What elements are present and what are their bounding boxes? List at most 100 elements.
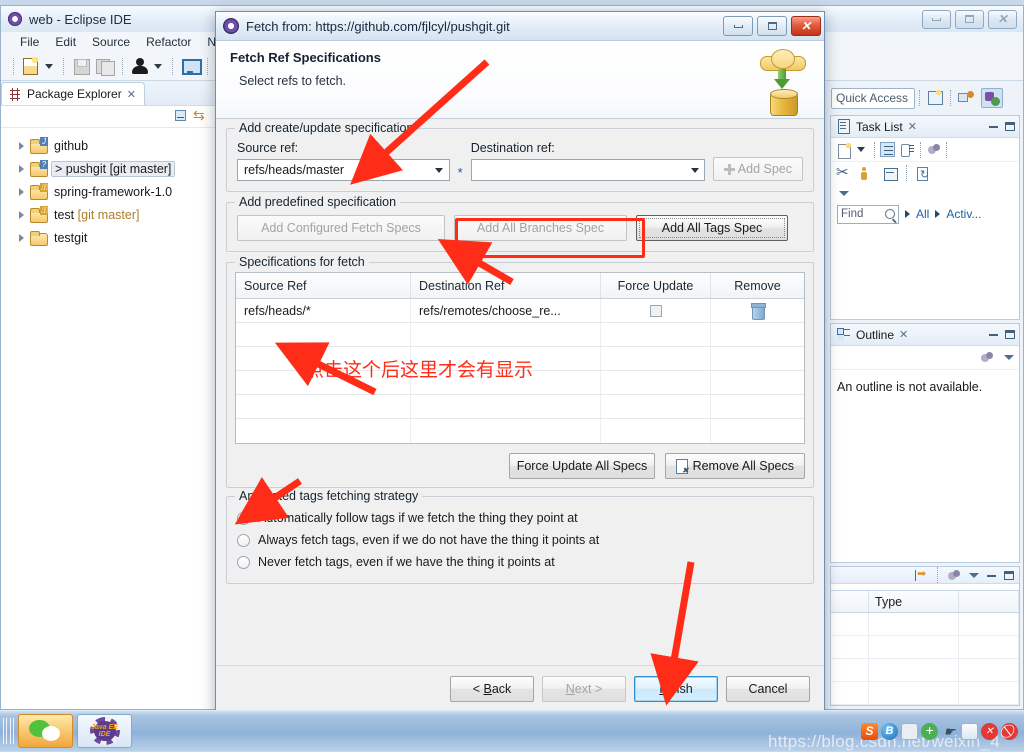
- menu-file[interactable]: File: [13, 34, 46, 50]
- javaee-perspective-icon[interactable]: [981, 88, 1003, 108]
- open-perspective-icon[interactable]: [924, 88, 946, 108]
- add-all-branches-spec-button[interactable]: Add All Branches Spec: [454, 215, 627, 241]
- force-update-checkbox[interactable]: [649, 304, 662, 317]
- table-row[interactable]: refs/heads/* refs/remotes/choose_re...: [236, 299, 804, 323]
- tree-item-github[interactable]: J github: [1, 134, 216, 157]
- scissors-icon[interactable]: [836, 163, 852, 181]
- eclipse-close-button[interactable]: ✕: [988, 9, 1017, 29]
- dialog-minimize-button[interactable]: [723, 16, 753, 36]
- flag-icon[interactable]: [961, 722, 978, 740]
- minimize-view-icon[interactable]: [987, 574, 996, 577]
- specs-table[interactable]: Source Ref Destination Ref Force Update …: [235, 272, 805, 444]
- menu-refactor[interactable]: Refactor: [139, 34, 198, 50]
- people-icon[interactable]: [860, 166, 875, 181]
- tab-package-explorer[interactable]: Package Explorer ✕: [1, 82, 145, 105]
- save-icon[interactable]: [70, 55, 92, 77]
- radio-icon[interactable]: [237, 555, 250, 569]
- mute-icon[interactable]: [1001, 722, 1018, 740]
- tree-item-test[interactable]: ⚿ test [git master]: [1, 203, 216, 226]
- view-menu-icon[interactable]: [1004, 355, 1014, 360]
- filter-expand-icon[interactable]: [935, 210, 941, 218]
- table-row[interactable]: [236, 347, 804, 371]
- scheduled-view-icon[interactable]: [900, 142, 915, 157]
- person-dropdown-icon[interactable]: [154, 63, 162, 69]
- focus-icon[interactable]: [979, 350, 994, 365]
- chevron-down-icon[interactable]: [687, 160, 702, 180]
- categorized-view-icon[interactable]: [880, 142, 895, 157]
- cancel-button[interactable]: Cancel: [726, 675, 810, 702]
- table-row[interactable]: [236, 419, 804, 443]
- radio-icon[interactable]: [237, 533, 250, 547]
- new-task-icon[interactable]: [836, 142, 852, 159]
- filter-all-link[interactable]: All: [916, 207, 929, 221]
- dropdown-caret-icon[interactable]: [857, 147, 865, 152]
- eclipse-minimize-button[interactable]: [922, 9, 951, 29]
- expand-arrow-icon[interactable]: [19, 141, 24, 150]
- close-icon[interactable]: ✕: [908, 120, 917, 133]
- source-ref-combo[interactable]: refs/heads/master: [237, 159, 450, 181]
- find-input[interactable]: Find: [837, 204, 899, 224]
- table-row[interactable]: [831, 682, 1019, 705]
- new-file-icon[interactable]: [20, 55, 42, 77]
- expand-arrow-icon[interactable]: [19, 187, 24, 196]
- table-row[interactable]: [236, 395, 804, 419]
- expand-arrow-icon[interactable]: [19, 210, 24, 219]
- person-icon[interactable]: [129, 55, 151, 77]
- java-perspective-icon[interactable]: [955, 88, 977, 108]
- menu-source[interactable]: Source: [85, 34, 137, 50]
- monitor-icon[interactable]: [179, 55, 202, 77]
- filter-activate-link[interactable]: Activ...: [946, 207, 981, 221]
- taskbar-button-wechat[interactable]: [18, 714, 73, 748]
- dialog-close-button[interactable]: ✕: [791, 16, 821, 36]
- focus-icon[interactable]: [946, 568, 961, 583]
- tree-item-spring-framework[interactable]: ⚿ spring-framework-1.0: [1, 180, 216, 203]
- view-menu-icon[interactable]: [969, 572, 979, 578]
- error-icon[interactable]: [981, 722, 998, 740]
- baidu-icon[interactable]: [881, 722, 898, 740]
- add-configured-fetch-specs-button[interactable]: Add Configured Fetch Specs: [237, 215, 445, 241]
- finish-button[interactable]: Finish: [634, 675, 718, 702]
- eclipse-maximize-button[interactable]: [955, 9, 984, 29]
- trash-icon[interactable]: [751, 303, 766, 320]
- tree-item-pushgit[interactable]: ? > pushgit [git master]: [1, 157, 216, 180]
- radio-icon[interactable]: [237, 511, 250, 525]
- dialog-restore-button[interactable]: [757, 16, 787, 36]
- synchronize-icon[interactable]: [915, 166, 930, 181]
- minimize-view-icon[interactable]: [989, 333, 998, 336]
- force-update-all-specs-button[interactable]: Force Update All Specs: [509, 453, 655, 479]
- quick-access-input[interactable]: Quick Access: [831, 87, 915, 109]
- save-all-icon[interactable]: [94, 55, 116, 77]
- add-all-tags-spec-button[interactable]: Add All Tags Spec: [636, 215, 788, 241]
- hand-icon[interactable]: [941, 723, 958, 740]
- chevron-down-icon[interactable]: [432, 160, 447, 180]
- collapse-all-icon[interactable]: [172, 109, 187, 124]
- minimize-view-icon[interactable]: [989, 125, 998, 128]
- expand-arrow-icon[interactable]: [19, 164, 24, 173]
- expand-arrow-icon[interactable]: [19, 233, 24, 242]
- table-row[interactable]: [831, 659, 1019, 682]
- view-menu-icon[interactable]: [839, 190, 849, 196]
- window-icon[interactable]: [901, 722, 918, 740]
- collapse-icon[interactable]: [883, 166, 898, 181]
- link-with-editor-icon[interactable]: [193, 107, 208, 124]
- table-row[interactable]: [831, 636, 1019, 659]
- cell-remove[interactable]: [711, 299, 804, 322]
- table-row[interactable]: [236, 323, 804, 347]
- sogou-icon[interactable]: [861, 722, 878, 740]
- maximize-view-icon[interactable]: [1004, 570, 1014, 580]
- menu-edit[interactable]: Edit: [48, 34, 83, 50]
- new-file-dropdown-icon[interactable]: [45, 63, 53, 69]
- back-button[interactable]: < Back: [450, 675, 534, 702]
- maximize-view-icon[interactable]: [1005, 122, 1015, 131]
- add-spec-button[interactable]: Add Spec: [713, 157, 803, 181]
- destination-ref-combo[interactable]: [470, 159, 705, 181]
- remove-all-specs-button[interactable]: Remove All Specs: [665, 453, 805, 479]
- table-row[interactable]: [831, 613, 1019, 636]
- cell-force-update[interactable]: [601, 299, 711, 322]
- tree-item-testgit[interactable]: testgit: [1, 226, 216, 249]
- next-button[interactable]: Next >: [542, 675, 626, 702]
- radio-never-fetch-tags[interactable]: Never fetch tags, even if we have the th…: [237, 551, 803, 573]
- focus-icon[interactable]: [926, 142, 941, 157]
- task-list-body[interactable]: [831, 226, 1019, 319]
- table-row[interactable]: [236, 371, 804, 395]
